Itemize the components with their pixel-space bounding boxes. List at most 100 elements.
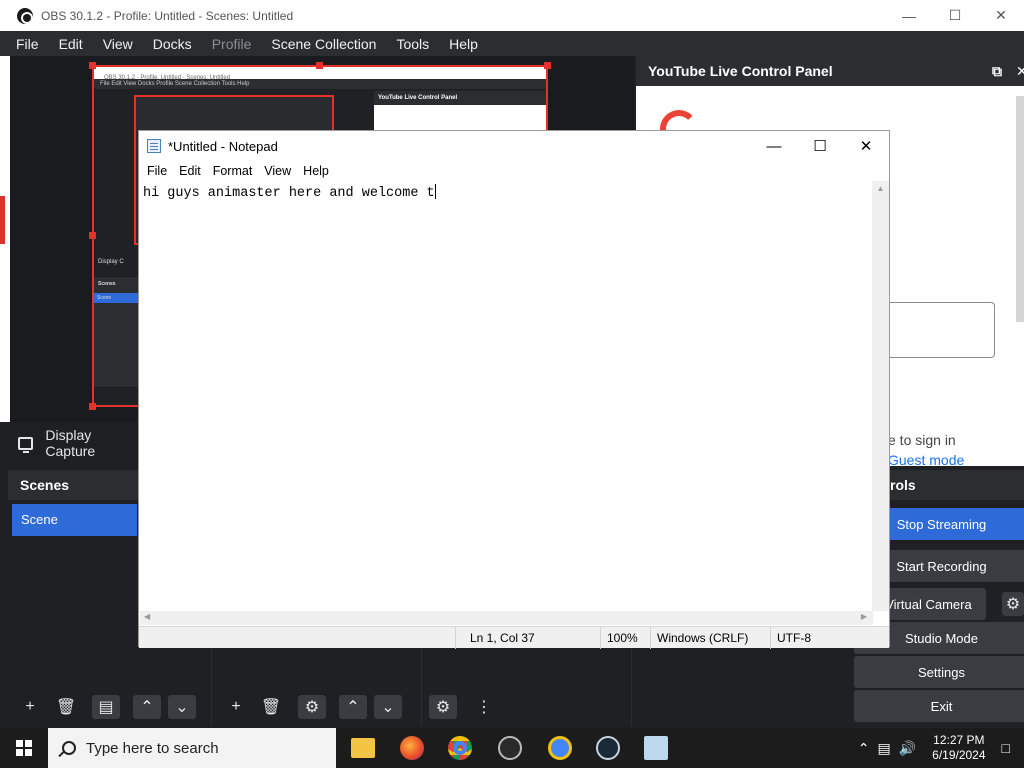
notepad-menubar: File Edit Format View Help xyxy=(139,161,889,181)
audio-menu-kebab-icon[interactable]: ⋮ xyxy=(470,695,498,719)
mini-scenes-title: Scenes xyxy=(98,281,116,287)
virtual-camera-label: t Virtual Camera xyxy=(878,596,972,612)
status-zoom: 100% xyxy=(607,631,638,645)
obs-maximize-button[interactable]: ☐ xyxy=(932,0,978,31)
notepad-vertical-scrollbar[interactable]: ▲ xyxy=(872,181,889,611)
notifications-icon[interactable]: □ xyxy=(1002,740,1010,756)
settings-button[interactable]: Settings xyxy=(854,656,1024,688)
youtube-sign-in-text: e to sign in xyxy=(888,432,956,448)
notepad-menu-view[interactable]: View xyxy=(258,164,297,178)
notepad-statusbar: Ln 1, Col 37 100% Windows (CRLF) UTF-8 xyxy=(139,626,889,649)
mini-menubar: File Edit View Docks Profile Scene Colle… xyxy=(94,79,546,89)
notepad-close-button[interactable]: ✕ xyxy=(843,131,889,161)
tray-chevron-up-icon[interactable]: ⌃ xyxy=(858,740,870,757)
close-dock-icon[interactable]: ✕ xyxy=(1016,56,1024,86)
notepad-menu-edit[interactable]: Edit xyxy=(173,164,207,178)
status-position: Ln 1, Col 37 xyxy=(470,631,535,645)
source-properties-gear-icon[interactable]: ⚙ xyxy=(298,695,326,719)
youtube-title-text: YouTube Live Control Panel xyxy=(648,63,833,79)
start-button[interactable] xyxy=(0,728,48,768)
notepad-menu-format[interactable]: Format xyxy=(207,164,259,178)
search-placeholder: Type here to search xyxy=(86,739,219,757)
taskbar-clock[interactable]: 12:27 PM 6/19/2024 xyxy=(932,733,985,763)
volume-icon[interactable]: 🔊 xyxy=(899,740,916,757)
notepad-minimize-button[interactable]: — xyxy=(751,131,797,161)
add-scene-button[interactable]: + xyxy=(16,695,44,719)
mini-scenes: Scenes Scene xyxy=(94,277,138,387)
menu-docks[interactable]: Docks xyxy=(143,36,202,52)
move-scene-up-button[interactable]: ⌃ xyxy=(133,695,161,719)
youtube-scrollbar[interactable] xyxy=(1016,96,1024,322)
resize-handle-bl[interactable] xyxy=(89,403,96,410)
mini-scene-item: Scene xyxy=(94,293,138,303)
notepad-text-area[interactable]: hi guys animaster here and welcome t xyxy=(140,181,874,611)
menu-tools[interactable]: Tools xyxy=(386,36,439,52)
obs-close-button[interactable]: ✕ xyxy=(978,0,1024,31)
virtual-camera-settings-gear-icon[interactable]: ⚙ xyxy=(1002,592,1024,616)
obs-window-title: OBS 30.1.2 - Profile: Untitled - Scenes:… xyxy=(41,8,294,23)
youtube-panel-title: YouTube Live Control Panel ⧉ ✕ xyxy=(636,56,1024,86)
taskbar-search-box[interactable]: Type here to search xyxy=(48,728,336,768)
remove-scene-trash-icon[interactable]: 🗑 xyxy=(52,695,80,719)
scene-filters-button[interactable]: ▤ xyxy=(92,695,120,719)
mini-display-capture: Display C xyxy=(98,259,124,265)
monitor-icon xyxy=(18,436,34,453)
chrome-icon[interactable] xyxy=(448,736,472,760)
chrome-profile-icon[interactable] xyxy=(548,736,572,760)
scroll-left-arrow-icon[interactable]: ◀ xyxy=(144,612,150,621)
obs-taskbar-icon[interactable] xyxy=(498,736,522,760)
taskbar: Type here to search ⌃ ▤ 🔊 12:27 PM 6/19/… xyxy=(0,728,1024,768)
notepad-menu-file[interactable]: File xyxy=(141,164,173,178)
source-name: Display Capture xyxy=(45,427,96,459)
scene-list-item[interactable]: Scene xyxy=(12,504,137,536)
mini-dock-title: YouTube Live Control Panel xyxy=(374,91,546,105)
menu-profile[interactable]: Profile xyxy=(202,36,262,52)
remove-source-trash-icon[interactable]: 🗑 xyxy=(257,695,285,719)
menu-view[interactable]: View xyxy=(93,36,143,52)
menu-help[interactable]: Help xyxy=(439,36,488,52)
network-icon[interactable]: ▤ xyxy=(877,740,890,757)
menu-file[interactable]: File xyxy=(6,36,49,52)
obs-minimize-button[interactable]: — xyxy=(886,0,932,31)
obs-titlebar: OBS 30.1.2 - Profile: Untitled - Scenes:… xyxy=(0,0,1024,31)
resize-handle-tl[interactable] xyxy=(89,62,96,69)
status-divider xyxy=(650,627,651,649)
obs-menubar: File Edit View Docks Profile Scene Colle… xyxy=(0,31,1024,56)
undock-icon[interactable]: ⧉ xyxy=(992,56,1002,86)
search-icon xyxy=(62,741,76,755)
controls-title-text: rols xyxy=(890,477,916,493)
notepad-titlebar: *Untitled - Notepad — ☐ ✕ xyxy=(139,131,889,161)
notepad-menu-help[interactable]: Help xyxy=(297,164,335,178)
move-scene-down-button[interactable]: ⌄ xyxy=(168,695,196,719)
notepad-title: *Untitled - Notepad xyxy=(168,138,278,154)
youtube-input-box[interactable] xyxy=(888,302,995,358)
move-source-up-button[interactable]: ⌃ xyxy=(339,695,367,719)
left-edge-marker xyxy=(0,196,5,244)
clock-date: 6/19/2024 xyxy=(932,748,986,762)
text-caret xyxy=(434,184,436,199)
notepad-horizontal-scrollbar[interactable]: ◀ ▶ xyxy=(140,611,873,625)
audio-settings-gear-icon[interactable]: ⚙ xyxy=(429,695,457,719)
firefox-icon[interactable] xyxy=(400,736,424,760)
status-encoding: UTF-8 xyxy=(777,631,811,645)
windows-logo-icon xyxy=(16,740,32,756)
menu-edit[interactable]: Edit xyxy=(49,36,93,52)
file-explorer-icon[interactable] xyxy=(351,738,375,758)
notepad-maximize-button[interactable]: ☐ xyxy=(797,131,843,161)
add-source-button[interactable]: + xyxy=(222,695,250,719)
resize-handle-tr[interactable] xyxy=(544,62,551,69)
status-divider xyxy=(770,627,771,649)
scroll-right-arrow-icon[interactable]: ▶ xyxy=(861,612,867,621)
source-row[interactable]: Display Capture xyxy=(10,427,140,459)
exit-button[interactable]: Exit xyxy=(854,690,1024,722)
menu-scene-collection[interactable]: Scene Collection xyxy=(261,36,386,52)
scroll-up-arrow-icon[interactable]: ▲ xyxy=(872,184,889,193)
resize-handle-tm[interactable] xyxy=(316,62,323,69)
notepad-text: hi guys animaster here and welcome t xyxy=(143,186,435,201)
move-source-down-button[interactable]: ⌄ xyxy=(374,695,402,719)
notepad-taskbar-icon[interactable] xyxy=(644,736,668,760)
steam-icon[interactable] xyxy=(596,736,620,760)
status-line-endings: Windows (CRLF) xyxy=(657,631,749,645)
resize-handle-ml[interactable] xyxy=(89,232,96,239)
clock-time: 12:27 PM xyxy=(933,733,985,747)
